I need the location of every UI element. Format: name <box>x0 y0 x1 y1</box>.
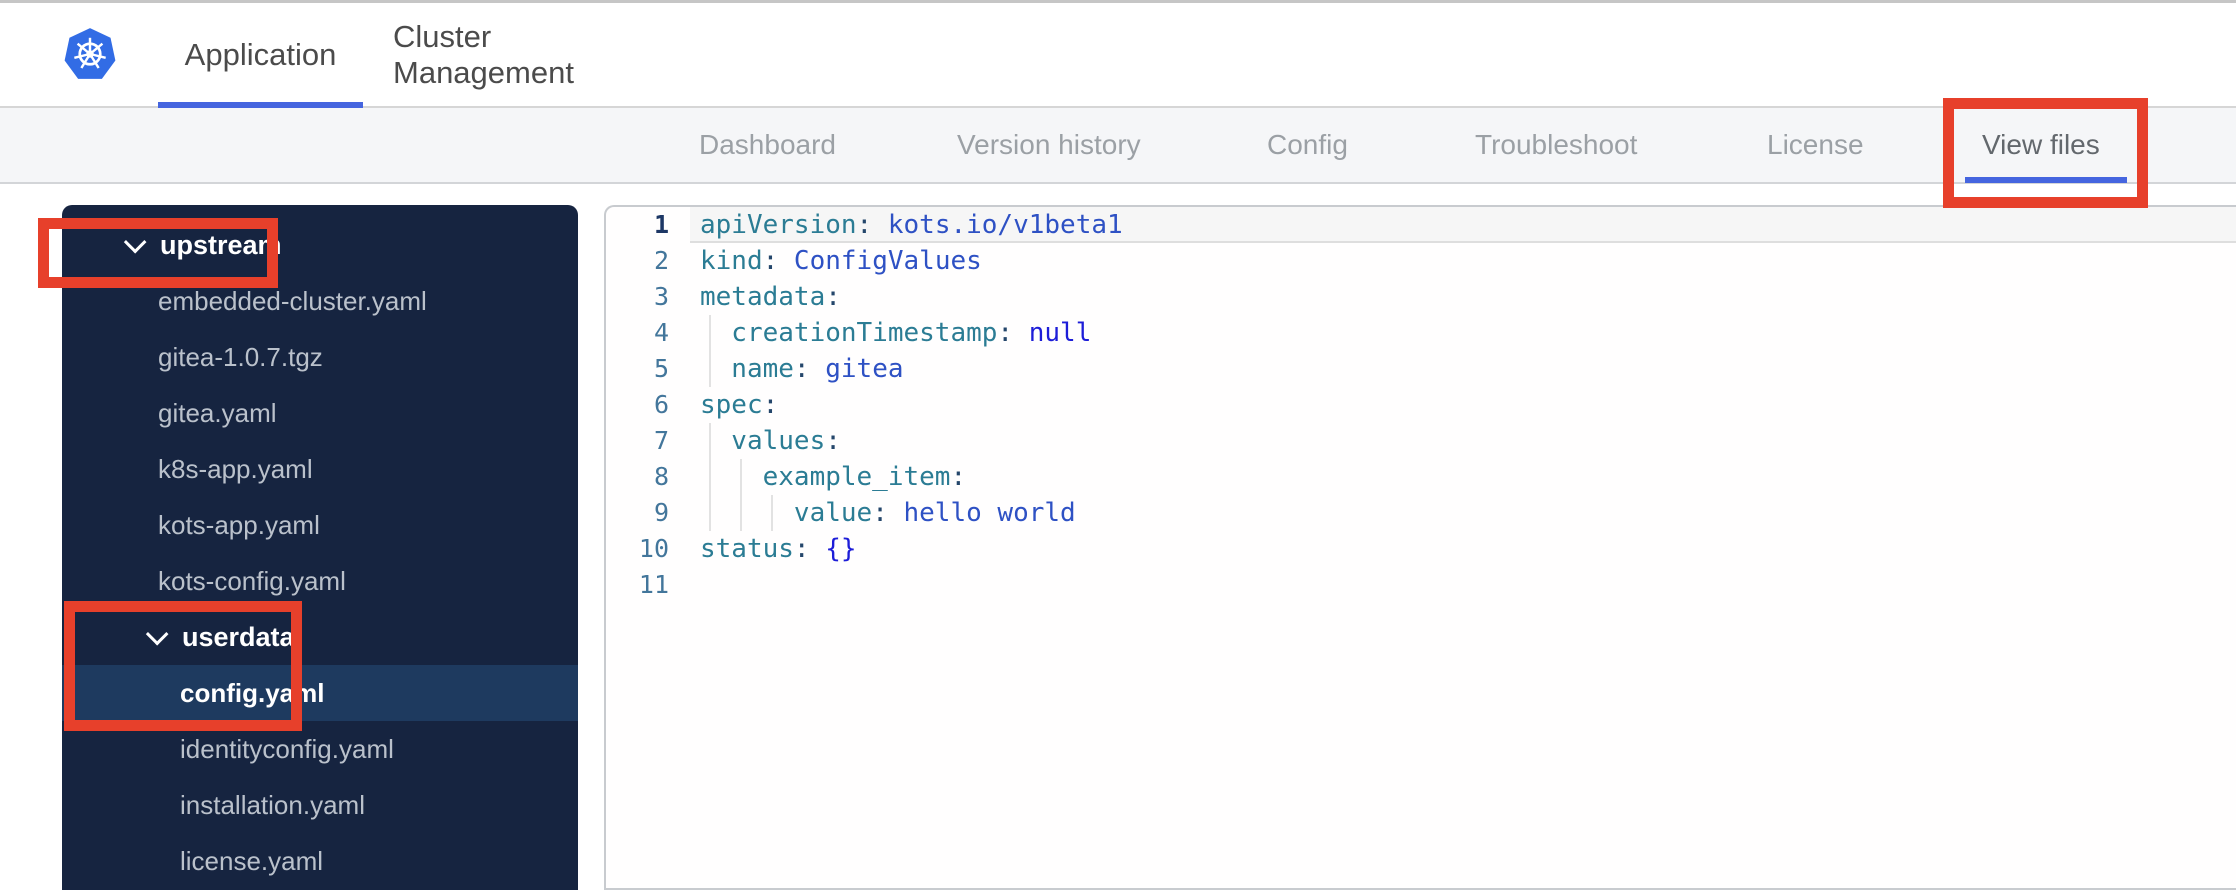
line-number: 11 <box>638 570 669 599</box>
tab-license[interactable]: License <box>1767 108 1864 182</box>
line-number: 2 <box>653 246 669 275</box>
tree-file-kots-config.yaml[interactable]: kots-config.yaml <box>62 553 578 609</box>
tab-dashboard-label: Dashboard <box>699 129 836 160</box>
code-line-5: 5 name: gitea <box>606 351 2236 387</box>
code-line-6: 6 spec: <box>606 387 2236 423</box>
app-nav: Dashboard Version history Config Trouble… <box>0 108 2236 184</box>
chevron-down-icon[interactable] <box>123 230 147 254</box>
code-line-7: 7 values: <box>606 423 2236 459</box>
code-text: apiVersion: kots.io/v1beta1 <box>700 210 1123 240</box>
tab-license-label: License <box>1767 129 1864 160</box>
tree-file-gitea-1.0.7.tgz[interactable]: gitea-1.0.7.tgz <box>62 329 578 385</box>
code-text: example_item: <box>690 459 2236 495</box>
tree-folder-userdata[interactable]: userdata <box>62 609 578 665</box>
line-number: 10 <box>638 534 669 563</box>
indent-guide <box>709 459 711 495</box>
tab-view-files-label: View files <box>1982 129 2100 160</box>
code-line-8: 8 example_item: <box>606 459 2236 495</box>
code-line-10: 10 status: {} <box>606 531 2236 567</box>
tree-item-label: license.yaml <box>180 845 324 876</box>
code-text: values: <box>690 423 2236 459</box>
file-tree: upstream embedded-cluster.yaml gitea-1.0.7… <box>62 205 578 890</box>
tab-cluster-management-label: Cluster Management <box>393 18 574 90</box>
code-lines: 1 apiVersion: kots.io/v1beta1 2 kind: Confi… <box>606 207 2236 603</box>
tree-file-k8s-app.yaml[interactable]: k8s-app.yaml <box>62 441 578 497</box>
line-number: 7 <box>653 426 669 455</box>
indent-guide <box>740 495 742 531</box>
indent-guide <box>709 315 711 351</box>
indent-guide <box>740 459 742 495</box>
code-text: value: hello world <box>690 495 2236 531</box>
line-number: 6 <box>653 390 669 419</box>
primary-nav: Application Cluster Management <box>0 3 2236 108</box>
kots-admin-console: Application Cluster Management Dashboard… <box>0 0 2236 890</box>
tree-file-embedded-cluster.yaml[interactable]: embedded-cluster.yaml <box>62 273 578 329</box>
tree-item-label: k8s-app.yaml <box>158 453 313 484</box>
code-line-9: 9 value: hello world <box>606 495 2236 531</box>
code-line-4: 4 creationTimestamp: null <box>606 315 2236 351</box>
indent-guide <box>771 495 773 531</box>
code-editor[interactable]: 1 apiVersion: kots.io/v1beta1 2 kind: Confi… <box>604 205 2236 890</box>
tree-item-label: gitea-1.0.7.tgz <box>158 341 323 372</box>
line-number: 9 <box>653 498 669 527</box>
chevron-down-icon[interactable] <box>145 622 169 646</box>
line-number: 4 <box>653 318 669 347</box>
tree-file-config.yaml[interactable]: config.yaml <box>62 665 578 721</box>
code-text: spec: <box>700 390 779 420</box>
line-number: 1 <box>653 210 669 239</box>
tree-file-license.yaml[interactable]: license.yaml <box>62 833 578 889</box>
tree-file-identityconfig.yaml[interactable]: identityconfig.yaml <box>62 721 578 777</box>
code-line-3: 3 metadata: <box>606 279 2236 315</box>
code-text: creationTimestamp: null <box>690 315 2236 351</box>
indent-guide <box>709 351 711 387</box>
tree-folder-upstream[interactable]: upstream <box>62 217 578 273</box>
tab-version-history[interactable]: Version history <box>957 108 1141 182</box>
tree-item-label: kots-app.yaml <box>158 509 320 540</box>
tree-item-label: userdata <box>182 621 295 652</box>
tab-view-files[interactable]: View files <box>1982 108 2100 182</box>
tab-application-label: Application <box>184 36 337 72</box>
tree-item-label: gitea.yaml <box>158 397 277 428</box>
tab-troubleshoot-label: Troubleshoot <box>1475 129 1638 160</box>
tree-item-label: installation.yaml <box>180 789 365 820</box>
tab-version-history-label: Version history <box>957 129 1141 160</box>
line-number: 8 <box>653 462 669 491</box>
tree-item-label: upstream <box>160 229 282 260</box>
indent-guide <box>709 495 711 531</box>
tree-item-label: config.yaml <box>180 677 325 708</box>
tab-troubleshoot[interactable]: Troubleshoot <box>1475 108 1637 182</box>
line-number: 5 <box>653 354 669 383</box>
tab-config[interactable]: Config <box>1267 108 1348 182</box>
code-text: kind: ConfigValues <box>700 246 982 276</box>
code-line-2: 2 kind: ConfigValues <box>606 243 2236 279</box>
tree-item-label: identityconfig.yaml <box>180 733 394 764</box>
tree-item-label: kots-config.yaml <box>158 565 346 596</box>
code-text: metadata: <box>700 282 841 312</box>
indent-guide <box>709 423 711 459</box>
tree-file-installation.yaml[interactable]: installation.yaml <box>62 777 578 833</box>
tree-file-kots-app.yaml[interactable]: kots-app.yaml <box>62 497 578 553</box>
tab-config-label: Config <box>1267 129 1348 160</box>
active-tab-underline <box>1965 177 2127 183</box>
line-number: 3 <box>653 282 669 311</box>
tab-cluster-management[interactable]: Cluster Management <box>393 3 665 106</box>
tree-item-label: embedded-cluster.yaml <box>158 285 427 316</box>
code-text: status: {} <box>700 534 857 564</box>
tab-application[interactable]: Application <box>158 3 363 108</box>
kubernetes-logo-icon <box>64 28 116 79</box>
tree-file-gitea.yaml[interactable]: gitea.yaml <box>62 385 578 441</box>
code-line-11: 11 <box>606 567 2236 603</box>
tab-dashboard[interactable]: Dashboard <box>699 108 836 182</box>
code-line-1: 1 apiVersion: kots.io/v1beta1 <box>606 207 2236 243</box>
code-text: name: gitea <box>690 351 2236 387</box>
